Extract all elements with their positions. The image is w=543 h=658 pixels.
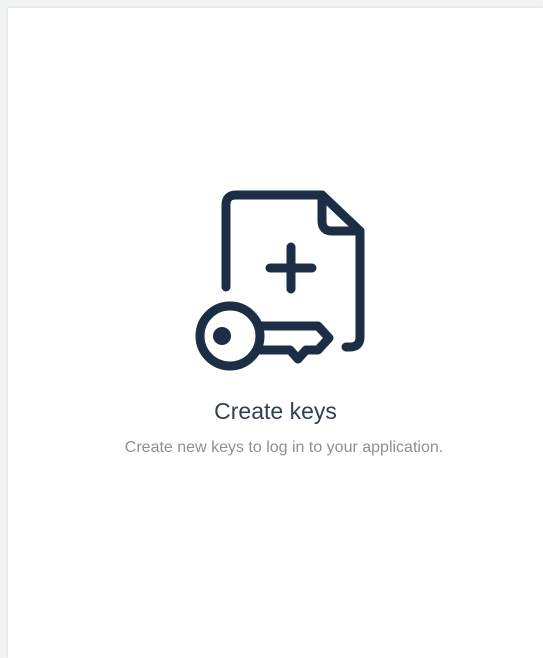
- card-description: Create new keys to log in to your applic…: [124, 439, 444, 456]
- card-title: Create keys: [214, 398, 337, 424]
- create-keys-card[interactable]: Create keys Create new keys to log in to…: [8, 8, 543, 658]
- key-document-plus-icon: [186, 183, 366, 373]
